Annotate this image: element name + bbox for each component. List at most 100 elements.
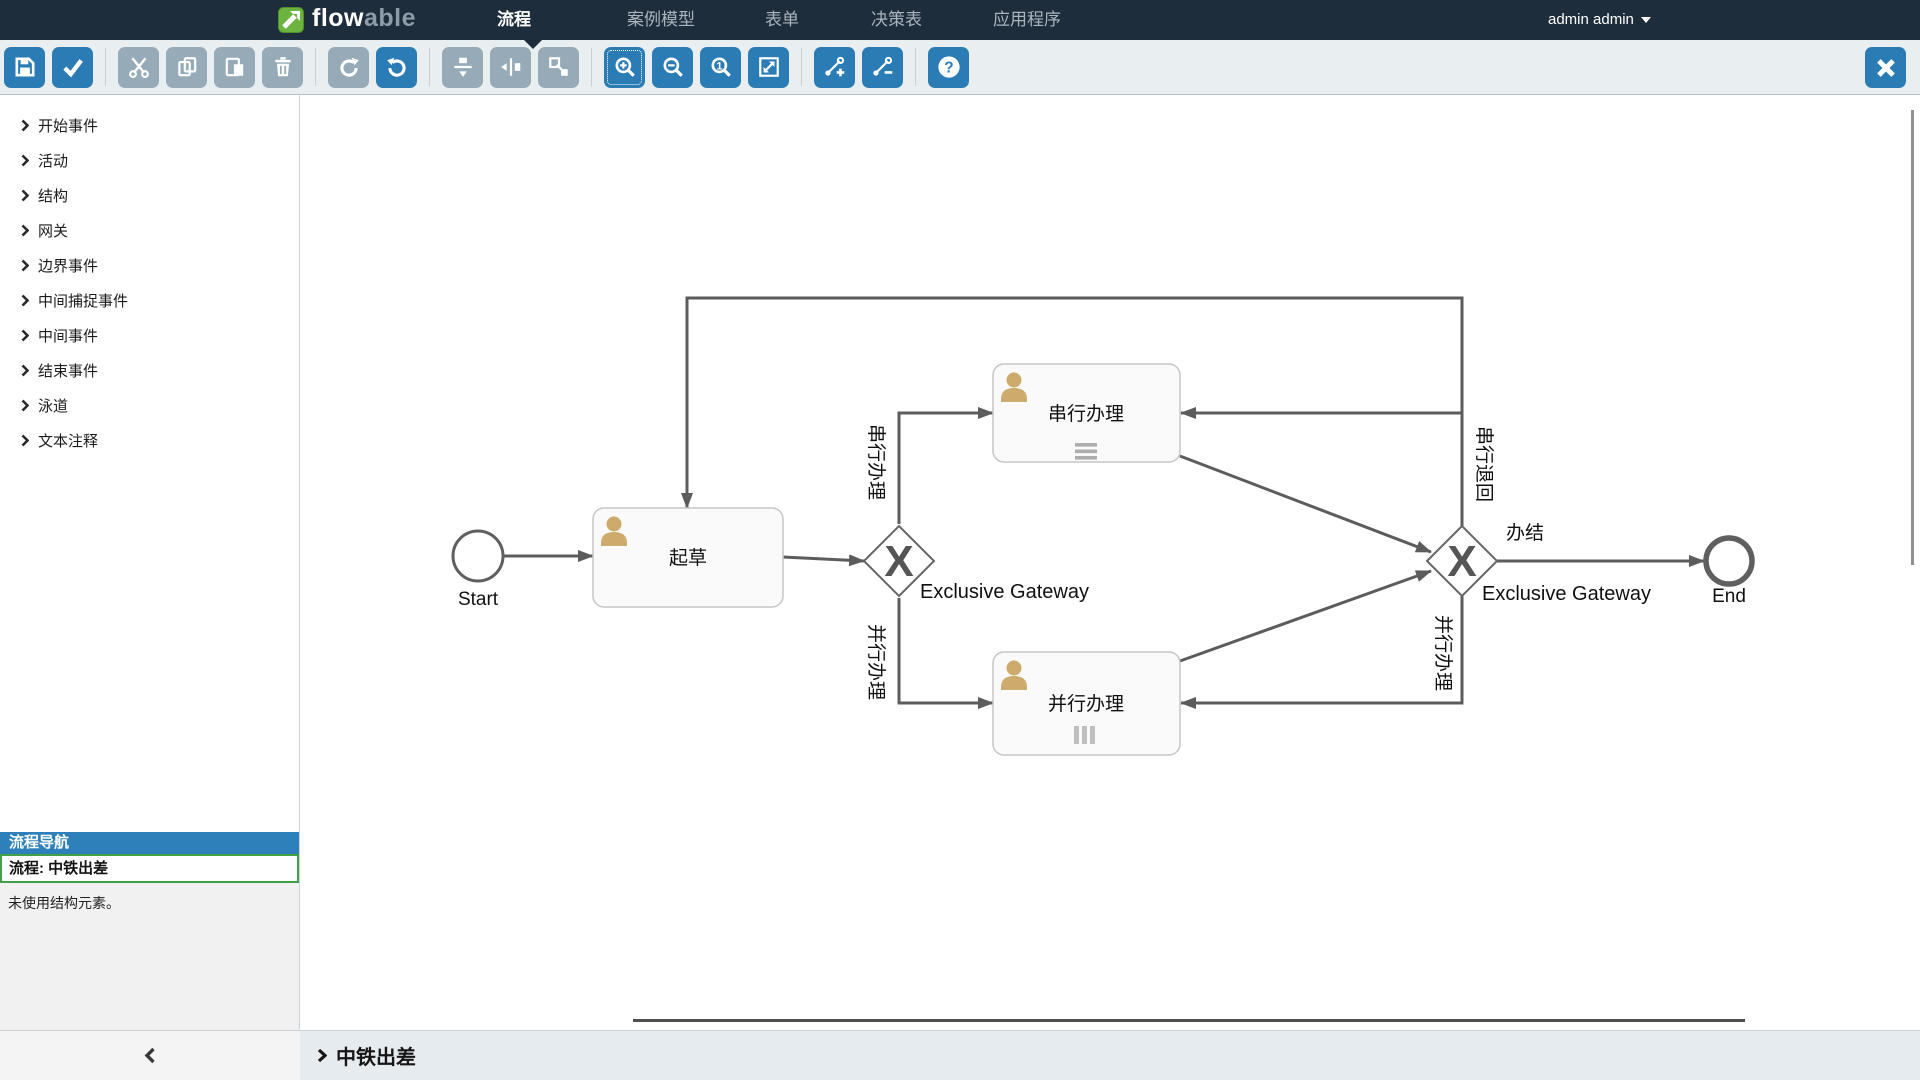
zoom-out-button[interactable] bbox=[652, 47, 693, 88]
node-start-event[interactable]: Start bbox=[453, 531, 503, 610]
edge-gateway1-to-serial[interactable] bbox=[899, 413, 993, 524]
distribute-vertical-button[interactable] bbox=[442, 47, 483, 88]
toolbar-separator bbox=[801, 48, 802, 86]
palette-group-label: 泳道 bbox=[38, 395, 68, 416]
close-editor-button[interactable] bbox=[1865, 47, 1906, 88]
palette-group-text-annotation[interactable]: 文本注释 bbox=[0, 423, 299, 458]
canvas-breadcrumb-bar: 中铁出差 bbox=[300, 1030, 1920, 1080]
chevron-right-icon bbox=[21, 224, 29, 237]
user-menu-label: admin admin bbox=[1548, 0, 1634, 40]
chevron-right-icon bbox=[21, 119, 29, 132]
help-icon: ? bbox=[936, 54, 962, 80]
edge-label-parallel-return: 并行办理 bbox=[1432, 615, 1454, 691]
remove-bendpoint-button[interactable] bbox=[862, 47, 903, 88]
palette-group-label: 活动 bbox=[38, 150, 68, 171]
chevron-right-icon bbox=[21, 329, 29, 342]
palette-group-label: 中间捕捉事件 bbox=[38, 290, 128, 311]
trash-icon bbox=[271, 55, 295, 79]
edge-label-to-serial: 串行办理 bbox=[865, 424, 887, 500]
tab-decision-tables[interactable]: 决策表 bbox=[871, 0, 922, 40]
tab-case-models[interactable]: 案例模型 bbox=[627, 0, 695, 40]
node-user-task-draft[interactable]: 起草 bbox=[593, 508, 783, 607]
palette-group-structural[interactable]: 结构 bbox=[0, 178, 299, 213]
paste-button[interactable] bbox=[214, 47, 255, 88]
palette-group-intermediate-catching-events[interactable]: 中间捕捉事件 bbox=[0, 283, 299, 318]
canvas-horizontal-scrollbar[interactable] bbox=[633, 1019, 1745, 1022]
palette-group-swimlanes[interactable]: 泳道 bbox=[0, 388, 299, 423]
user-menu[interactable]: admin admin bbox=[1548, 0, 1651, 40]
add-bendpoint-icon bbox=[823, 55, 847, 79]
chevron-left-icon bbox=[144, 1047, 156, 1064]
save-icon bbox=[13, 55, 37, 79]
palette-group-activities[interactable]: 活动 bbox=[0, 143, 299, 178]
palette-group-label: 文本注释 bbox=[38, 430, 98, 451]
check-icon bbox=[61, 55, 85, 79]
zoom-fit-button[interactable] bbox=[748, 47, 789, 88]
validate-button[interactable] bbox=[52, 47, 93, 88]
palette-group-gateways[interactable]: 网关 bbox=[0, 213, 299, 248]
edge-parallel-to-gateway2[interactable] bbox=[1180, 571, 1431, 661]
copy-button[interactable] bbox=[166, 47, 207, 88]
distribute-horizontal-icon bbox=[499, 55, 523, 79]
parallel-multi-instance-marker bbox=[1074, 726, 1095, 744]
toolbar-separator bbox=[315, 48, 316, 86]
zoom-actual-button[interactable]: 1 bbox=[700, 47, 741, 88]
node-label: 并行办理 bbox=[1048, 693, 1124, 715]
active-tab-caret bbox=[524, 40, 542, 49]
redo-button[interactable] bbox=[328, 47, 369, 88]
palette-group-label: 中间事件 bbox=[38, 325, 98, 346]
process-navigator-title: 流程导航 bbox=[0, 832, 299, 854]
node-label: End bbox=[1712, 586, 1746, 607]
chevron-right-icon bbox=[317, 1048, 327, 1063]
node-label: 起草 bbox=[669, 547, 707, 569]
chevron-right-icon bbox=[21, 399, 29, 412]
collapse-sidebar-button[interactable] bbox=[0, 1030, 300, 1080]
same-size-button[interactable] bbox=[538, 47, 579, 88]
edge-label-serial-return: 串行退回 bbox=[1473, 426, 1495, 502]
palette-group-intermediate-events[interactable]: 中间事件 bbox=[0, 318, 299, 353]
edge-label-finish: 办结 bbox=[1506, 522, 1544, 544]
zoom-in-button[interactable] bbox=[604, 47, 645, 88]
palette-group-boundary-events[interactable]: 边界事件 bbox=[0, 248, 299, 283]
chevron-right-icon bbox=[21, 294, 29, 307]
tab-apps[interactable]: 应用程序 bbox=[993, 0, 1061, 40]
gateway-x-symbol: X bbox=[1447, 537, 1476, 586]
save-button[interactable] bbox=[4, 47, 45, 88]
canvas-vertical-scrollbar[interactable] bbox=[1911, 110, 1914, 565]
toolbar-separator bbox=[105, 48, 106, 86]
node-user-task-serial[interactable]: 串行办理 bbox=[993, 364, 1180, 462]
process-navigator-current[interactable]: 流程: 中铁出差 bbox=[0, 854, 299, 883]
zoom-fit-icon bbox=[757, 55, 781, 79]
node-user-task-parallel[interactable]: 并行办理 bbox=[993, 652, 1180, 755]
zoom-in-icon bbox=[613, 55, 637, 79]
distribute-vertical-icon bbox=[451, 55, 475, 79]
shape-palette-sidebar: 开始事件 活动 结构 网关 边界事件 中间捕捉事件 中间事件 结束事件 bbox=[0, 95, 300, 1030]
palette-group-end-events[interactable]: 结束事件 bbox=[0, 353, 299, 388]
copy-icon bbox=[175, 55, 199, 79]
tab-processes[interactable]: 流程 bbox=[497, 0, 531, 40]
chevron-right-icon bbox=[21, 364, 29, 377]
node-label: Exclusive Gateway bbox=[1482, 583, 1651, 605]
distribute-horizontal-button[interactable] bbox=[490, 47, 531, 88]
undo-button[interactable] bbox=[376, 47, 417, 88]
edge-draft-to-gateway1[interactable] bbox=[783, 557, 864, 561]
chevron-down-icon bbox=[1641, 17, 1651, 23]
breadcrumb-process-title[interactable]: 中铁出差 bbox=[336, 1041, 416, 1070]
help-button[interactable]: ? bbox=[928, 47, 969, 88]
same-size-icon bbox=[547, 55, 571, 79]
toolbar-separator bbox=[915, 48, 916, 86]
add-bendpoint-button[interactable] bbox=[814, 47, 855, 88]
node-exclusive-gateway-1[interactable]: X Exclusive Gateway bbox=[864, 526, 1089, 603]
bpmn-canvas[interactable]: 串行办理 并行办理 串行退回 并行办理 办结 Start 起草 X Exclus… bbox=[300, 95, 1920, 1030]
node-end-event[interactable]: End bbox=[1706, 538, 1752, 607]
edge-gateway2-return-to-parallel[interactable] bbox=[1181, 596, 1462, 703]
cut-button[interactable] bbox=[118, 47, 159, 88]
tab-forms[interactable]: 表单 bbox=[765, 0, 799, 40]
palette-group-label: 结束事件 bbox=[38, 360, 98, 381]
palette-group-start-events[interactable]: 开始事件 bbox=[0, 108, 299, 143]
edge-serial-to-gateway2[interactable] bbox=[1180, 456, 1431, 552]
node-label: 串行办理 bbox=[1048, 403, 1124, 425]
edge-gateway1-to-parallel[interactable] bbox=[899, 598, 993, 703]
paste-icon bbox=[223, 55, 247, 79]
delete-button[interactable] bbox=[262, 47, 303, 88]
